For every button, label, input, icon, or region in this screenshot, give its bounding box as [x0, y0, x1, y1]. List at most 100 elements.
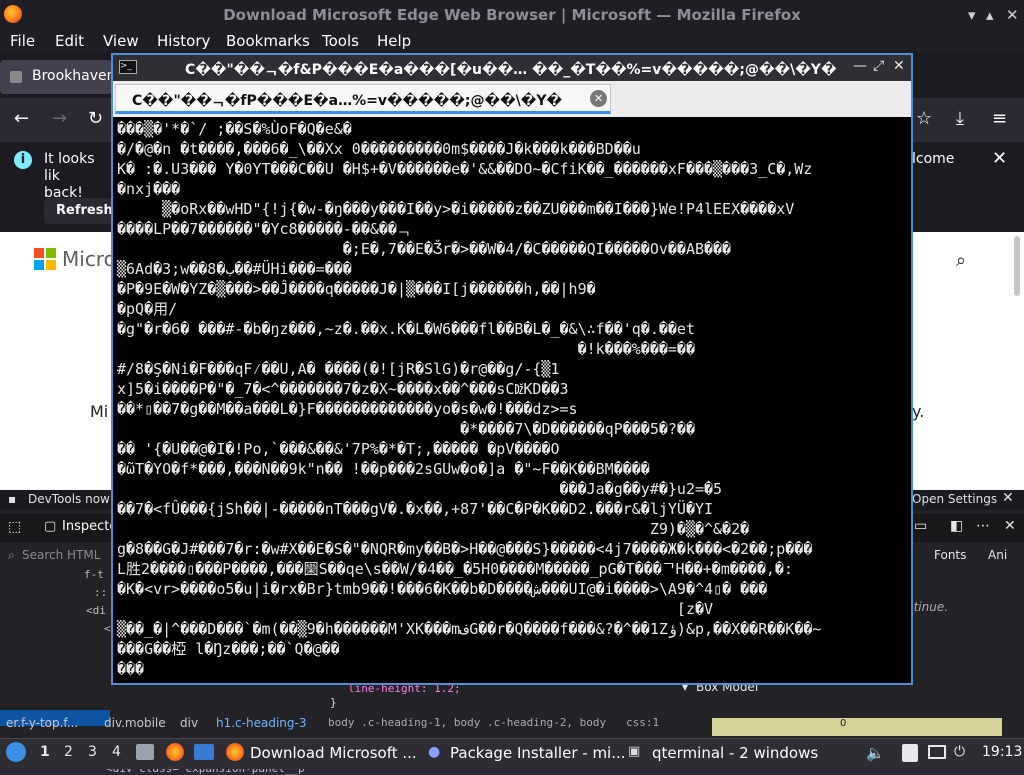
terminal-line: �ῶT�YO�f*���,���N��9k"n�� !��p���2sGUw�o… [117, 460, 650, 478]
tab-fonts[interactable]: Fonts [934, 548, 966, 562]
qterminal-titlebar: >_ C��"��ᆨ�f&P���E�a���[�u��… ��_�T��%=v… [113, 55, 911, 81]
workspace-1[interactable]: 1 [40, 744, 50, 760]
task-qterminal[interactable]: qterminal - 2 windows [652, 744, 818, 762]
firefox-tab-title: Brookhaven [32, 68, 116, 84]
downloads-icon[interactable]: ⤓ [956, 108, 964, 129]
css-rules-panel: line-height: 1.2; } body .c-heading-1, b… [324, 680, 664, 738]
dom-node[interactable]: <di [86, 604, 106, 617]
workspace-3[interactable]: 3 [88, 744, 97, 760]
volume-icon[interactable]: 🔈 [866, 744, 885, 762]
search-html-placeholder: Search HTML [22, 548, 101, 562]
responsive-icon[interactable]: ▭ [914, 518, 927, 534]
qterminal-maximize-icon[interactable]: ⤢ [873, 58, 884, 74]
tab-close-icon[interactable]: ✕ [590, 90, 607, 107]
infobar-refresh-button[interactable]: Refresh [44, 198, 114, 224]
breadcrumb-item[interactable]: div [180, 716, 198, 730]
element-picker-icon[interactable]: ⬚ [8, 519, 21, 535]
taskbar: 1 2 3 4 Download Microsoft ... ● Package… [0, 738, 1024, 769]
terminal-line: [z�V [117, 600, 714, 618]
menu-edit[interactable]: Edit [55, 32, 84, 50]
page-scrollbar[interactable] [1014, 236, 1020, 296]
info-icon: i [14, 151, 32, 169]
devtools-open-settings-link[interactable]: Open Settings [912, 492, 997, 506]
breadcrumb: er.f-y-top.f... div.mobile div h1.c-head… [0, 712, 324, 734]
terminal-line: �g"�r�6� ���#-�b�ŋz���,~z�.��x.K�L�W6���… [117, 320, 695, 338]
breadcrumb-item[interactable]: h1.c-heading-3 [216, 716, 306, 730]
tab-inspector[interactable]: Inspecto [62, 519, 117, 534]
task-package-installer[interactable]: Package Installer - mi... [450, 744, 626, 762]
terminal-line: �K�<vr>����o5�u|i�rx�Br}tmb9��!���6�K��b… [117, 580, 768, 598]
tab-animations[interactable]: Ani [988, 548, 1007, 562]
dom-node[interactable]: f-t [84, 568, 104, 581]
infobar-welcome-text: lcome [912, 151, 955, 167]
qterminal-tab-label: C��"��ᆨ�fP���E�a…%=v�����;@��\�Y� [132, 93, 563, 109]
terminal-line: �� '{�U��@�I�!Po,`���&��&'7P%�*�T;,�����… [117, 440, 560, 458]
devtools-close-icon[interactable]: ✕ [1004, 518, 1016, 534]
css-source-link[interactable]: css:1 [626, 716, 659, 729]
terminal-line: ▒6Ad�3;w��8�ب��#ÜHi���=��� [117, 260, 352, 278]
devtools-more-icon[interactable]: ⋯ [976, 518, 990, 534]
menu-tools[interactable]: Tools [322, 32, 359, 50]
firefox-tab[interactable]: Brookhaven [0, 60, 116, 94]
bookmark-star-icon[interactable]: ☆ [916, 108, 932, 129]
breadcrumb-item[interactable]: er.f-y-top.f... [6, 716, 78, 730]
terminal-line: �P�9E�W�YZ�▒���>��Ĵ����q�����J�|▒���I[j�… [117, 280, 596, 298]
devtools-notice-text: DevTools now f [28, 492, 118, 506]
terminal-output[interactable]: ���▒�'*�`/ ;��S�%ÙoF�Q�e&� �/�@�n �t����,… [113, 117, 911, 683]
terminal-line: �;E�,7��E�Ǯr�>��W�4/�C�����QI�����Ov��AB… [117, 240, 732, 258]
page-heading-fragment-right: y. [912, 402, 925, 421]
minimize-icon[interactable]: ▾ [968, 6, 976, 24]
maximize-icon[interactable]: ▴ [986, 6, 994, 24]
terminal-line: #/8�Ş�Ni�F���qF⁄��U,A� ����(�![jR�SlG)�r… [117, 360, 560, 378]
power-icon[interactable]: ⏻ [954, 744, 965, 760]
close-icon[interactable]: ✕ [1006, 6, 1019, 24]
firefox-window-title: Download Microsoft Edge Web Browser | Mi… [223, 6, 801, 24]
network-icon[interactable] [928, 745, 946, 759]
workspace-4[interactable]: 4 [112, 744, 121, 760]
box-model-margin: 0 [712, 718, 1002, 736]
terminal-line: �/�@�n �t����,���6�_\��Xx 0���������0m$�… [117, 140, 641, 158]
menu-help[interactable]: Help [377, 32, 411, 50]
terminal-line: ���▒�'*�`/ ;��S�%ÙoF�Q�e&� [117, 120, 352, 138]
menu-bookmarks[interactable]: Bookmarks [226, 32, 310, 50]
terminal-line: ���G��椏 l�Ŋz���;��`Q�@�� [117, 640, 340, 658]
clipboard-icon[interactable] [902, 744, 918, 762]
dom-tree: f-t :: <di < <div class="expansion-panel… [0, 566, 305, 775]
terminal-line: g�8��G�J#���7�r:�w#X��E�S�"�NQR�my��B�>H… [117, 540, 813, 558]
dom-node[interactable]: < [104, 622, 111, 635]
css-rule-close: } [330, 696, 337, 709]
search-icon: ⌕ [8, 548, 15, 562]
breadcrumb-item[interactable]: div.mobile [104, 716, 166, 730]
dom-node[interactable]: :: [94, 586, 107, 599]
clock[interactable]: 19:13 [982, 744, 1022, 760]
start-menu-icon[interactable] [6, 742, 26, 762]
qterminal-window-title: C��"��ᆨ�f&P���E�a���[�u��… ��_�T��%=v���… [185, 62, 837, 78]
menu-file[interactable]: File [10, 32, 35, 50]
inspector-icon: ▢ [44, 519, 57, 534]
qterminal-minimize-icon[interactable]: — [853, 58, 867, 74]
package-installer-icon: ● [428, 744, 441, 760]
qterminal-tab[interactable]: C��"��ᆨ�fP���E�a…%=v�����;@��\�Y� ✕ [115, 84, 611, 114]
workspace-2[interactable]: 2 [64, 744, 73, 760]
firefox-launcher-icon[interactable] [166, 743, 184, 761]
menu-history[interactable]: History [157, 32, 210, 50]
firefox-titlebar: Download Microsoft Edge Web Browser | Mi… [0, 0, 1024, 30]
page-search-icon[interactable]: ⌕ [956, 250, 966, 271]
desktop-icon[interactable] [194, 744, 214, 760]
dock-icon[interactable]: ◧ [950, 518, 963, 534]
terminal-line: L胜2����▯���P����,���圞S��qe\s��W/�4��_�5H… [117, 560, 793, 578]
qterminal-close-icon[interactable]: ✕ [893, 58, 905, 74]
app-menu-icon[interactable]: ≡ [992, 108, 1007, 129]
devtools-search-html[interactable]: ⌕ Search HTML [0, 544, 110, 566]
menu-view[interactable]: View [103, 32, 139, 50]
qterminal-tabbar: C��"��ᆨ�fP���E�a…%=v�����;@��\�Y� ✕ [113, 81, 911, 117]
forward-arrow-icon[interactable]: → [52, 108, 67, 129]
devtools-notice-close-icon[interactable]: ✕ [1002, 490, 1014, 506]
reload-icon[interactable]: ↻ [88, 108, 103, 129]
css-selector: body .c-heading-1, body .c-heading-2, bo… [328, 716, 607, 729]
task-firefox[interactable]: Download Microsoft ... [250, 744, 417, 762]
back-arrow-icon[interactable]: ← [14, 108, 29, 129]
tab-favicon-icon [10, 71, 22, 83]
infobar-close-icon[interactable]: ✕ [992, 148, 1007, 169]
file-manager-icon[interactable] [136, 744, 154, 760]
